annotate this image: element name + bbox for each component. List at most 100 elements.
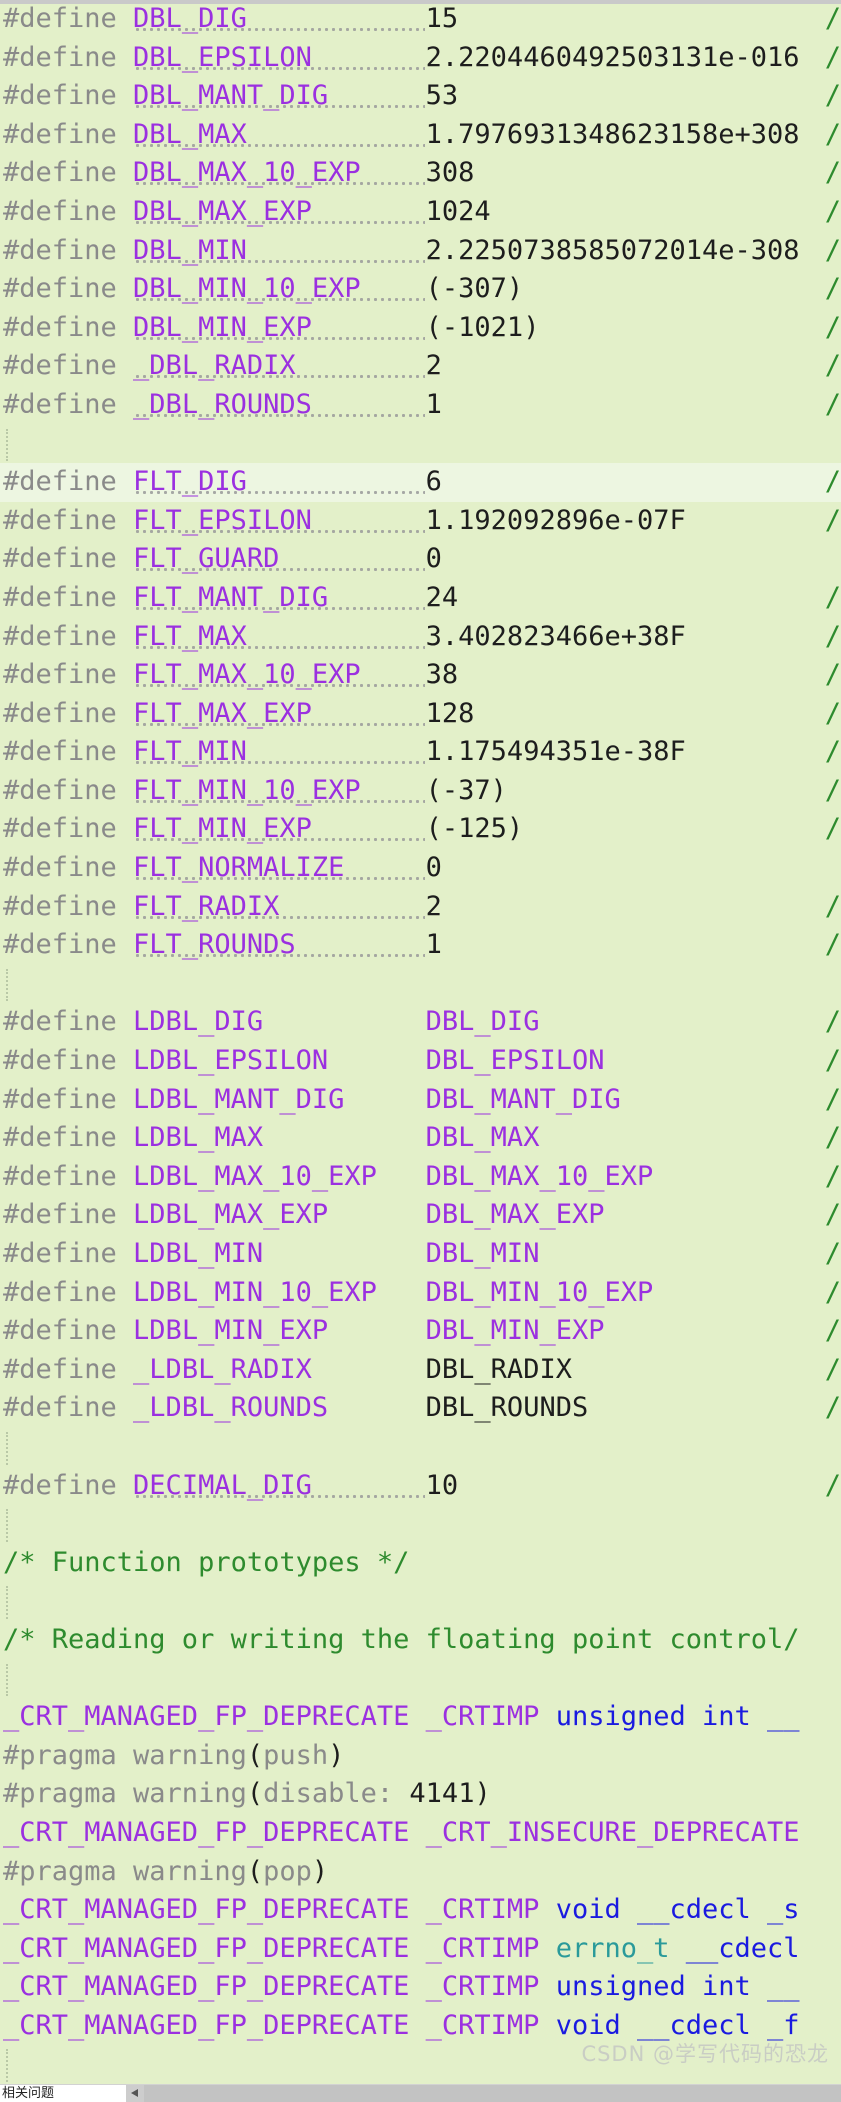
preprocessor-token: #define — [3, 41, 134, 73]
macro-value-token: 1 — [425, 388, 442, 420]
code-line-define[interactable]: #define _DBL_RADIX 2 / — [0, 347, 841, 386]
comment-slash-token: / — [824, 41, 841, 73]
indent-guide — [6, 428, 8, 462]
code-line-define[interactable]: #define FLT_NORMALIZE 0 — [0, 849, 841, 888]
code-line-define[interactable]: #define FLT_MAX_10_EXP 38 / — [0, 656, 841, 695]
preprocessor-token: #define — [3, 1006, 134, 1038]
macro-name-token: _LDBL_RADIX — [133, 1353, 426, 1385]
code-line-prototype[interactable]: _CRT_MANAGED_FP_DEPRECATE _CRTIMP void _… — [0, 1891, 841, 1930]
code-line-pragma[interactable]: #pragma warning(push) — [0, 1737, 841, 1776]
pragma-arg-token: pop — [263, 1855, 312, 1887]
code-line-define[interactable]: #define DBL_EPSILON 2.2204460492503131e-… — [0, 39, 841, 78]
code-line-define[interactable]: #define FLT_GUARD 0 — [0, 540, 841, 579]
identifier-token: __ — [750, 1701, 800, 1733]
code-line-blank[interactable] — [0, 965, 841, 1004]
macro-value-token: 1.175494351e-38F — [425, 736, 686, 768]
code-line-define[interactable]: #define FLT_DIG 6 / — [0, 463, 841, 502]
code-line-define[interactable]: #define _DBL_ROUNDS 1 / — [0, 386, 841, 425]
code-line-comment[interactable]: /* Function prototypes */ — [0, 1544, 841, 1583]
macro-name-token: _DBL_RADIX — [133, 350, 426, 382]
code-line-prototype[interactable]: _CRT_MANAGED_FP_DEPRECATE _CRTIMP unsign… — [0, 1968, 841, 2007]
code-line-pragma[interactable]: #pragma warning(pop) — [0, 1853, 841, 1892]
comment-slash-token: / — [824, 388, 841, 420]
code-line-define[interactable]: #define DBL_MAX 1.7976931348623158e+308 / — [0, 116, 841, 155]
macro-name-token: DBL_MIN — [133, 234, 426, 266]
punct-token: ( — [246, 1855, 264, 1887]
punct-token: ) — [474, 1778, 491, 1810]
code-line-define[interactable]: #define LDBL_DIG DBL_DIG / — [0, 1003, 841, 1042]
code-line-define[interactable]: #define FLT_MANT_DIG 24 / — [0, 579, 841, 618]
triangle-left-icon[interactable] — [126, 2085, 144, 2102]
code-line-define[interactable]: #define DECIMAL_DIG 10 / — [0, 1467, 841, 1506]
code-line-define[interactable]: #define _LDBL_RADIX DBL_RADIX / — [0, 1351, 841, 1390]
comment-slash-token: / — [824, 504, 841, 536]
preprocessor-token: #define — [3, 890, 134, 922]
code-line-prototype[interactable]: _CRT_MANAGED_FP_DEPRECATE _CRTIMP unsign… — [0, 1698, 841, 1737]
code-line-define[interactable]: #define FLT_MIN_10_EXP (-37) / — [0, 772, 841, 811]
code-line-define[interactable]: #define LDBL_MAX DBL_MAX / — [0, 1119, 841, 1158]
code-line-prototype[interactable]: _CRT_MANAGED_FP_DEPRECATE _CRT_INSECURE_… — [0, 1814, 841, 1853]
code-line-define[interactable]: #define FLT_MIN_EXP (-125) / — [0, 810, 841, 849]
code-line-define[interactable]: #define FLT_MAX 3.402823466e+38F / — [0, 618, 841, 657]
code-line-blank[interactable] — [0, 1582, 841, 1621]
macro-value-token: 0 — [425, 852, 442, 884]
pragma-arg-token: disable: — [263, 1778, 410, 1810]
macro-value-token: 1 — [425, 929, 442, 961]
macro-value-token: DBL_ROUNDS — [425, 1392, 589, 1424]
preprocessor-token: #define — [3, 1045, 134, 1077]
code-line-define[interactable]: #define DBL_MAX_10_EXP 308 / — [0, 154, 841, 193]
macro-value-token: 3.402823466e+38F — [425, 620, 686, 652]
comment-slash-token: / — [824, 1122, 841, 1154]
code-line-pragma[interactable]: #pragma warning(disable: 4141) — [0, 1775, 841, 1814]
code-line-blank[interactable] — [0, 425, 841, 464]
horizontal-scrollbar[interactable] — [126, 2085, 841, 2102]
code-line-blank[interactable] — [0, 1428, 841, 1467]
punct-token: ) — [311, 1855, 329, 1887]
code-line-define[interactable]: #define FLT_RADIX 2 / — [0, 888, 841, 927]
code-line-prototype[interactable]: _CRT_MANAGED_FP_DEPRECATE _CRTIMP errno_… — [0, 1930, 841, 1969]
macro-name-token: DBL_MIN_10_EXP — [133, 273, 426, 305]
macro-value-token: DBL_MIN_EXP — [425, 1315, 605, 1347]
code-line-define[interactable]: #define LDBL_MIN DBL_MIN / — [0, 1235, 841, 1274]
code-line-define[interactable]: #define LDBL_MAX_10_EXP DBL_MAX_10_EXP / — [0, 1158, 841, 1197]
preprocessor-token: #define — [3, 1276, 134, 1308]
keyword-token: void — [555, 2009, 621, 2041]
macro-value-token: 1.7976931348623158e+308 — [425, 118, 800, 150]
related-questions-tab[interactable]: 相关问题 — [0, 2085, 126, 2102]
macro-value-token: DBL_MANT_DIG — [425, 1083, 621, 1115]
code-line-define[interactable]: #define DBL_MANT_DIG 53 / — [0, 77, 841, 116]
code-line-define[interactable]: #define DBL_DIG 15 / — [0, 0, 841, 39]
code-line-define[interactable]: #define DBL_MIN_10_EXP (-307) / — [0, 270, 841, 309]
code-line-define[interactable]: #define FLT_MAX_EXP 128 / — [0, 695, 841, 734]
macro-name-token: DBL_MANT_DIG — [133, 80, 426, 112]
code-line-define[interactable]: #define LDBL_MAX_EXP DBL_MAX_EXP / — [0, 1196, 841, 1235]
preprocessor-token: #define — [3, 388, 134, 420]
preprocessor-token: #define — [3, 581, 134, 613]
code-line-define[interactable]: #define LDBL_MANT_DIG DBL_MANT_DIG / — [0, 1081, 841, 1120]
code-line-define[interactable]: #define FLT_EPSILON 1.192092896e-07F / — [0, 502, 841, 541]
code-line-define[interactable]: #define FLT_MIN 1.175494351e-38F / — [0, 733, 841, 772]
code-line-blank[interactable] — [0, 1505, 841, 1544]
code-line-define[interactable]: #define DBL_MAX_EXP 1024 / — [0, 193, 841, 232]
code-line-define[interactable]: #define DBL_MIN 2.2250738585072014e-308 / — [0, 232, 841, 271]
code-line-define[interactable]: #define DBL_MIN_EXP (-1021) / — [0, 309, 841, 348]
code-line-define[interactable]: #define FLT_ROUNDS 1 / — [0, 926, 841, 965]
macro-value-token: 38 — [425, 659, 459, 691]
code-line-define[interactable]: #define _LDBL_ROUNDS DBL_ROUNDS / — [0, 1389, 841, 1428]
macro-value-token: DBL_MAX_EXP — [425, 1199, 605, 1231]
preprocessor-token: #define — [3, 543, 134, 575]
code-line-define[interactable]: #define LDBL_MIN_10_EXP DBL_MIN_10_EXP / — [0, 1274, 841, 1313]
comment-slash-token: / — [824, 3, 841, 34]
scrollbar-thumb[interactable] — [144, 2085, 841, 2102]
code-line-comment[interactable]: /* Reading or writing the floating point… — [0, 1621, 841, 1660]
comment-slash-token: / — [824, 1469, 841, 1501]
preprocessor-token: #define — [3, 195, 134, 227]
macro-name-token: FLT_NORMALIZE — [133, 852, 426, 884]
indent-guide — [6, 1663, 8, 1697]
preprocessor-token: #define — [3, 1315, 134, 1347]
macro-name-token: DBL_MAX — [133, 118, 426, 150]
code-text-area[interactable]: #define DBL_DIG 15/#define DBL_EPSILON 2… — [0, 0, 841, 2085]
code-line-blank[interactable] — [0, 1660, 841, 1699]
code-line-define[interactable]: #define LDBL_EPSILON DBL_EPSILON / — [0, 1042, 841, 1081]
code-line-define[interactable]: #define LDBL_MIN_EXP DBL_MIN_EXP / — [0, 1312, 841, 1351]
